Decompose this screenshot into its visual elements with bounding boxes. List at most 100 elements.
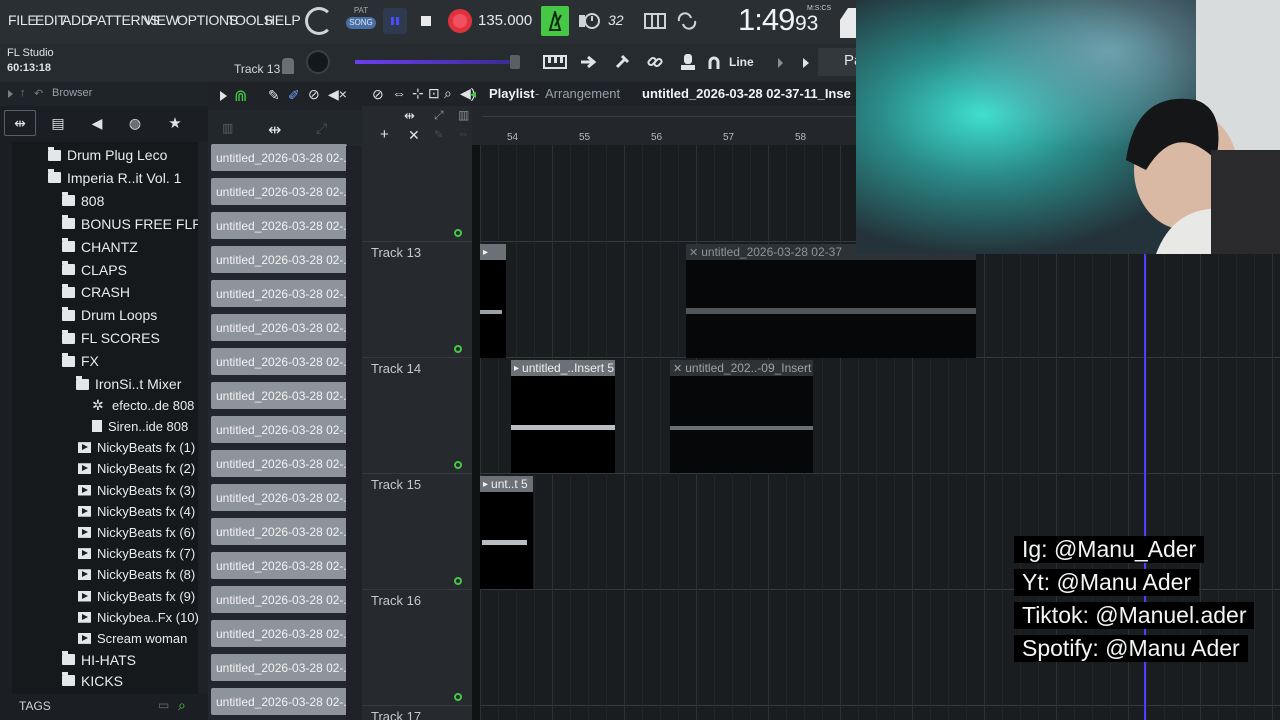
pattern-item[interactable]: untitled_2026-03-28 02-... bbox=[211, 416, 347, 443]
track-17-label[interactable]: Track 17 bbox=[371, 709, 421, 720]
pattern-item[interactable]: untitled_2026-03-28 02-... bbox=[211, 382, 347, 409]
waveform-icon[interactable]: ⇹ bbox=[268, 120, 281, 140]
mute-tool-icon[interactable]: ◀× bbox=[328, 86, 347, 103]
folder-icon[interactable]: ▭ bbox=[158, 698, 169, 712]
delete-tool-icon[interactable]: ⊘ bbox=[308, 86, 320, 103]
stop-button[interactable] bbox=[414, 8, 438, 34]
pattern-item[interactable]: untitled_2026-03-28 02-... bbox=[211, 552, 347, 579]
tree-item-nickybeats-fx-3[interactable]: NickyBeats fx (3) bbox=[78, 479, 195, 501]
pattern-scrollbar[interactable] bbox=[346, 146, 362, 720]
tree-item-nickybeats-fx-1[interactable]: NickyBeats fx (1) bbox=[78, 437, 195, 459]
master-volume-knob[interactable] bbox=[305, 7, 333, 35]
track-16-label[interactable]: Track 16 bbox=[371, 593, 421, 608]
tree-item-ironsi-t-mixer[interactable]: IronSi..t Mixer bbox=[76, 373, 181, 395]
pattern-item[interactable]: untitled_2026-03-28 02-... bbox=[211, 280, 347, 307]
master-pitch-knob[interactable] bbox=[306, 50, 330, 74]
piano-icon[interactable]: ▥ bbox=[222, 121, 233, 135]
tab-online[interactable]: ◍ bbox=[122, 110, 148, 136]
tree-item-nickybeats-fx-6[interactable]: NickyBeats fx (6) bbox=[78, 521, 195, 543]
menu-help[interactable]: HELP bbox=[265, 12, 301, 28]
tab-all[interactable]: ⇹ bbox=[4, 110, 36, 136]
wait-input-button[interactable] bbox=[576, 8, 602, 34]
tree-item-nickybeats-fx-8[interactable]: NickyBeats fx (8) bbox=[78, 564, 195, 586]
link-tracks-icon[interactable]: ⤢ bbox=[434, 108, 444, 123]
tree-item-nickybeats-fx-2[interactable]: NickyBeats fx (2) bbox=[78, 458, 195, 480]
pattern-item[interactable]: untitled_2026-03-28 02-... bbox=[211, 144, 347, 171]
search-icon[interactable]: ⌕ bbox=[178, 697, 186, 714]
menu-add[interactable]: ADD bbox=[62, 12, 91, 28]
link-button[interactable] bbox=[643, 52, 667, 72]
automation-icon[interactable]: ⤢ bbox=[316, 120, 327, 137]
pencil-mini-icon[interactable]: ✎ bbox=[434, 128, 443, 141]
zoom-icon[interactable]: ⌕ bbox=[444, 85, 452, 102]
tree-item-scream-woman[interactable]: Scream woman bbox=[78, 627, 187, 649]
tree-item-nickybeats-fx-9[interactable]: NickyBeats fx (9) bbox=[78, 585, 195, 607]
zoom-tool-icon[interactable]: ⊘ bbox=[372, 86, 384, 103]
pattern-selector[interactable]: Pa bbox=[818, 48, 862, 76]
add-track-icon[interactable]: + bbox=[380, 126, 389, 143]
tree-item-drum-loops[interactable]: Drum Loops bbox=[62, 304, 157, 326]
tree-item-claps[interactable]: CLAPS bbox=[62, 259, 127, 281]
pattern-item[interactable]: untitled_2026-03-28 02-... bbox=[211, 518, 347, 545]
pause-button[interactable] bbox=[383, 8, 407, 34]
clip-track14-b[interactable]: ✕ untitled_202..-09_Insert 5 bbox=[670, 360, 813, 473]
mixer-button[interactable] bbox=[610, 52, 634, 72]
arrows-mini-icon[interactable]: ⇔ bbox=[458, 128, 469, 140]
tree-item-hi-hats[interactable]: HI-HATS bbox=[62, 649, 136, 671]
clip-track13-b[interactable]: ✕ untitled_2026-03-28 02-37 bbox=[686, 244, 976, 358]
tree-item-nickybeats-fx-4[interactable]: NickyBeats fx (4) bbox=[78, 500, 195, 522]
pattern-item[interactable]: untitled_2026-03-28 02-... bbox=[211, 314, 347, 341]
browser-scrollbar[interactable] bbox=[198, 142, 208, 694]
metronome-button[interactable] bbox=[541, 6, 569, 36]
channel-rack-button[interactable] bbox=[577, 52, 601, 72]
tempo-display[interactable]: 135.000 bbox=[478, 12, 532, 29]
pattern-item[interactable]: untitled_2026-03-28 02-... bbox=[211, 348, 347, 375]
pattern-item[interactable]: untitled_2026-03-28 02-... bbox=[211, 484, 347, 511]
slider-handle[interactable] bbox=[510, 55, 520, 69]
countdown-button[interactable] bbox=[642, 8, 668, 34]
track-14-label[interactable]: Track 14 bbox=[371, 361, 421, 376]
tree-item-bonus-free-flp[interactable]: BONUS FREE FLP bbox=[62, 213, 202, 235]
pat-song-toggle[interactable]: PAT SONG bbox=[346, 6, 376, 38]
slice-tool-icon[interactable]: ⊹ bbox=[412, 85, 424, 102]
tree-item-chantz[interactable]: CHANTZ bbox=[62, 236, 138, 258]
track-14-active-led[interactable] bbox=[454, 345, 462, 353]
piano-mini-icon[interactable]: ▥ bbox=[458, 108, 469, 122]
tree-item-efecto-de-808[interactable]: ✲ efecto..de 808 bbox=[92, 394, 194, 416]
tab-current-project[interactable]: ▤ bbox=[45, 110, 71, 136]
undo-icon[interactable]: ↶ bbox=[34, 87, 43, 100]
pencil-tool-icon[interactable]: ✎ bbox=[268, 87, 280, 104]
pattern-item[interactable]: untitled_2026-03-28 02-... bbox=[211, 688, 347, 715]
magnet-snap-icon[interactable]: ⋒ bbox=[234, 86, 247, 106]
snap-mode-select[interactable]: Line bbox=[729, 55, 754, 69]
tree-item-fx[interactable]: FX bbox=[62, 350, 99, 372]
arrangement-icon[interactable]: ⇹ bbox=[404, 108, 415, 124]
tree-item-kicks[interactable]: KICKS bbox=[62, 670, 123, 692]
tree-item-siren-ide-808[interactable]: Siren..ide 808 bbox=[92, 415, 188, 437]
tree-item-808[interactable]: 808 bbox=[62, 190, 104, 212]
pattern-item[interactable]: untitled_2026-03-28 02-... bbox=[211, 178, 347, 205]
browser-menu-arrow-icon[interactable] bbox=[8, 90, 13, 98]
tree-item-drum-plug-leco[interactable]: Drum Plug Leco bbox=[48, 144, 167, 166]
clip-track13-a[interactable]: ▸ bbox=[480, 244, 506, 358]
pattern-item[interactable]: untitled_2026-03-28 02-... bbox=[211, 620, 347, 647]
slip-tool-icon[interactable]: ⇔ bbox=[392, 85, 406, 101]
clip-track14-a[interactable]: ▸ untitled_..Insert 5 bbox=[511, 360, 615, 473]
browser-toggle-button[interactable] bbox=[676, 52, 700, 72]
pattern-item[interactable]: untitled_2026-03-28 02-... bbox=[211, 654, 347, 681]
master-volume-slider[interactable] bbox=[355, 60, 517, 64]
menu-view[interactable]: VIEW bbox=[144, 12, 179, 28]
pattern-next-icon[interactable] bbox=[803, 58, 809, 68]
pattern-item[interactable]: untitled_2026-03-28 02-... bbox=[211, 246, 347, 273]
up-arrow-icon[interactable]: ↑ bbox=[20, 87, 26, 99]
pattern-item[interactable]: untitled_2026-03-28 02-... bbox=[211, 586, 347, 613]
track-13-label[interactable]: Track 13 bbox=[371, 245, 421, 260]
tree-item-imperia-r-it-vol-1[interactable]: Imperia R..it Vol. 1 bbox=[48, 167, 181, 189]
playlist-menu-arrow-icon[interactable] bbox=[220, 91, 227, 101]
menu-file[interactable]: FILE bbox=[8, 12, 37, 28]
tree-item-fl-scores[interactable]: FL SCORES bbox=[62, 327, 160, 349]
loop-record-button[interactable] bbox=[674, 8, 700, 34]
playlist-play-icon[interactable]: ◂ bbox=[470, 87, 476, 101]
paint-tool-icon[interactable]: ✐ bbox=[288, 87, 300, 104]
timeline-ruler[interactable]: 54 55 56 57 58 bbox=[472, 106, 856, 145]
